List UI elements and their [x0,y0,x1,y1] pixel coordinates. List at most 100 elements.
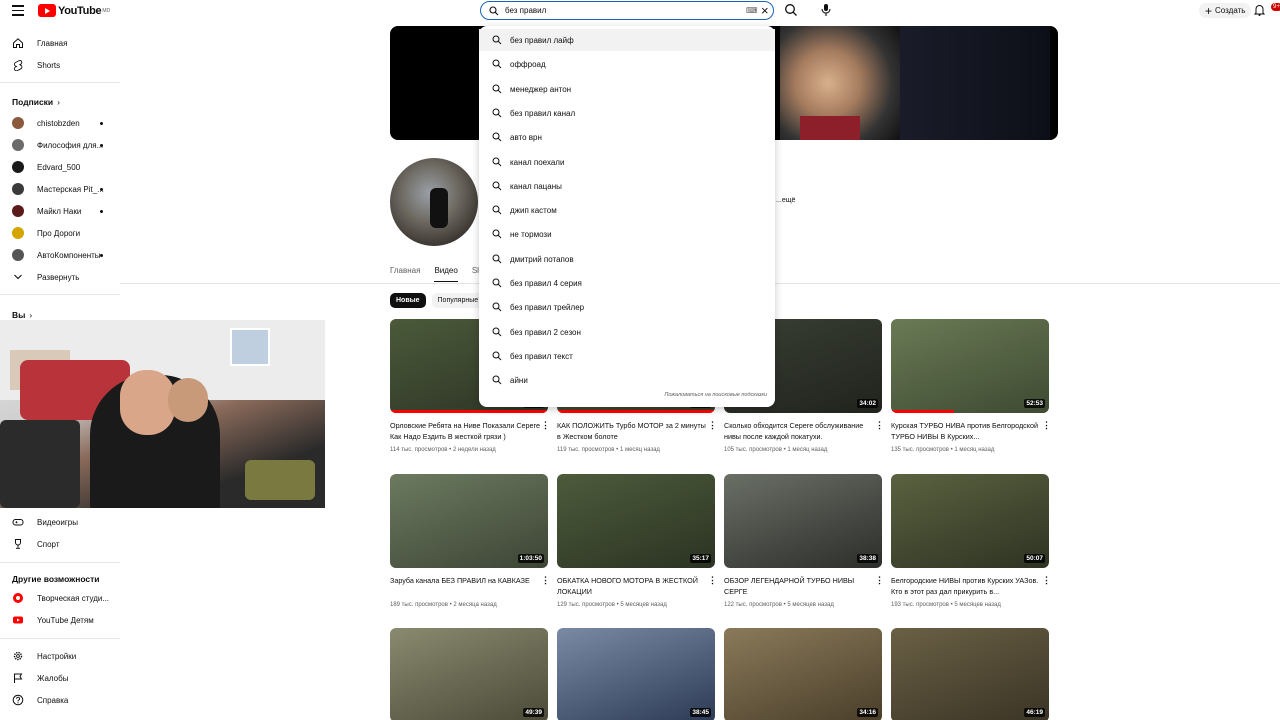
menu-icon[interactable] [12,5,24,16]
you-heading[interactable]: Вы › [12,310,32,320]
more-options-icon[interactable]: ⋮ [1042,576,1051,585]
sidebar-item-reports[interactable]: Жалобы [0,667,120,687]
video-thumbnail[interactable]: 49:39 [390,628,548,720]
tab-videos[interactable]: Видео [434,266,458,282]
suggestion-item[interactable]: айни [479,369,775,391]
keyboard-icon[interactable]: ⌨ [746,6,758,15]
divider [0,638,120,639]
search-input[interactable]: без правил [505,6,546,15]
suggestion-item[interactable]: без правил лайф [479,29,775,51]
suggestion-item[interactable]: не тормози [479,223,775,245]
more-options-icon[interactable]: ⋮ [875,421,884,430]
suggestion-text: без правил лайф [510,36,574,45]
video-thumbnail[interactable]: 50:07 [891,474,1049,568]
search-button-icon[interactable] [784,3,798,17]
search-icon [492,205,502,215]
video-age: 1 месяц назад [619,447,660,453]
clear-search-icon[interactable]: × [761,3,769,18]
suggestion-item[interactable]: без правил трейлер [479,296,775,318]
chip-popular[interactable]: Популярные [431,293,485,308]
video-thumbnail[interactable]: 35:17 [557,474,715,568]
suggestion-item[interactable]: оффроад [479,53,775,75]
sidebar-item-subscription[interactable]: Майкл Наки [0,200,120,220]
video-card[interactable]: 34:16 [724,628,882,720]
youtube-logo[interactable]: YouTube MD [38,4,110,17]
video-card[interactable]: 35:17 ОБКАТКА НОВОГО МОТОРА В ЖЕСТКОЙ ЛОК… [557,474,717,608]
report-suggestions-link[interactable]: Пожаловаться на поисковые подсказки [664,392,767,398]
sidebar-item-sport[interactable]: Спорт [0,533,120,553]
sidebar-item-shorts[interactable]: Shorts [0,54,120,74]
video-card[interactable]: 1:03:50 Заруба канала БЕЗ ПРАВИЛ на КАВКА… [390,474,550,608]
tab-home[interactable]: Главная [390,266,420,282]
sidebar-item-kids[interactable]: YouTube Детям [0,609,120,629]
video-title[interactable]: Курская ТУРБО НИВА против Белгородской Т… [891,420,1041,442]
video-card[interactable]: 38:45 [557,628,715,720]
video-thumbnail[interactable]: 34:16 [724,628,882,720]
video-card[interactable]: 50:07 Белгородские НИВЫ против Курских УА… [891,474,1051,608]
sidebar-item-label: Видеоигры [37,518,78,527]
sidebar-item-subscription[interactable]: Мастерская Pit_... [0,178,120,198]
create-button[interactable]: + Создать [1199,3,1252,18]
plus-icon: + [1205,3,1213,18]
video-title[interactable]: ОБКАТКА НОВОГО МОТОРА В ЖЕСТКОЙ ЛОКАЦИИ [557,575,707,597]
video-title[interactable]: Заруба канала БЕЗ ПРАВИЛ на КАВКАЗЕ [390,575,540,586]
video-title[interactable]: КАК ПОЛОЖИТЬ Турбо МОТОР за 2 минуты в Ж… [557,420,707,442]
sidebar-item-games[interactable]: Видеоигры [0,511,120,531]
video-title[interactable]: Орловские Ребята на Ниве Показали Сереге… [390,420,540,442]
more-options-icon[interactable]: ⋮ [1042,421,1051,430]
sidebar-item-subscription[interactable]: Edvard_500 [0,156,120,176]
suggestion-item[interactable]: без правил канал [479,102,775,124]
sidebar-item-studio[interactable]: Творческая студи... [0,587,120,607]
microphone-icon[interactable] [820,3,832,17]
suggestion-text: без правил трейлер [510,303,585,313]
more-options-icon[interactable]: ⋮ [541,421,550,430]
more-options-icon[interactable]: ⋮ [875,576,884,585]
video-meta: 114 тыс. просмотров • 2 недели назад [390,447,496,453]
video-title[interactable]: Сколько обходится Сереге обслуживание ни… [724,420,874,442]
video-card[interactable]: 46:19 [891,628,1049,720]
video-title[interactable]: Белгородские НИВЫ против Курских УАЗов. … [891,575,1041,597]
video-title[interactable]: ОБЗОР ЛЕГЕНДАРНОЙ ТУРБО НИВЫ СЕРГЕ [724,575,874,597]
suggestion-item[interactable]: без правил текст [479,345,775,367]
channel-avatar-large[interactable] [390,158,478,246]
video-thumbnail[interactable]: 52:53 [891,319,1049,413]
suggestion-item[interactable]: авто врн [479,126,775,148]
subscriptions-heading[interactable]: Подписки › [12,97,60,107]
video-thumbnail[interactable]: 1:03:50 [390,474,548,568]
sidebar-item-subscription[interactable]: Про Дороги [0,222,120,242]
suggestion-item[interactable]: канал поехали [479,151,775,173]
video-card[interactable]: 49:39 [390,628,548,720]
sidebar-item-subscription[interactable]: Философия для... [0,134,120,154]
video-thumbnail[interactable]: 38:45 [557,628,715,720]
description-more-link[interactable]: ...ещё [776,197,795,204]
video-age: 1 месяц назад [787,447,828,453]
search-icon [492,108,502,118]
suggestion-item[interactable]: канал пацаны [479,175,775,197]
sidebar-item-home[interactable]: Главная [0,32,120,52]
chip-newest[interactable]: Новые [390,293,426,308]
suggestion-item[interactable]: джип кастом [479,199,775,221]
suggestion-item[interactable]: без правил 4 серия [479,272,775,294]
video-thumbnail[interactable]: 38:38 [724,474,882,568]
sidebar-item-expand[interactable]: Развернуть [0,266,120,286]
sidebar-item-help[interactable]: Справка [0,689,120,709]
suggestion-item[interactable]: без правил 2 сезон [479,321,775,343]
bell-icon[interactable] [1254,4,1265,16]
more-options-icon[interactable]: ⋮ [541,576,550,585]
more-options-icon[interactable]: ⋮ [708,576,717,585]
webcam-second-person [168,378,208,422]
video-card[interactable]: 38:38 ОБЗОР ЛЕГЕНДАРНОЙ ТУРБО НИВЫ СЕРГЕ ⋮… [724,474,884,608]
webcam-tires [0,420,80,508]
suggestion-item[interactable]: менеджер антон [479,78,775,100]
video-card[interactable]: 52:53 Курская ТУРБО НИВА против Белгородс… [891,319,1051,453]
sidebar-item-subscription[interactable]: chistobzden [0,112,120,132]
more-options-icon[interactable]: ⋮ [708,421,717,430]
sidebar-item-settings[interactable]: Настройки [0,645,120,665]
suggestion-item[interactable]: дмитрий потапов [479,248,775,270]
webcam-person-head [120,370,175,435]
search-box[interactable]: без правил ⌨ × [480,1,774,20]
suggestion-text: джип кастом [510,206,557,216]
top-bar: YouTube MD без правил ⌨ × + Создать 9+ [0,0,1280,22]
video-thumbnail[interactable]: 46:19 [891,628,1049,720]
sidebar-item-subscription[interactable]: АвтоКомпоненты [0,244,120,264]
